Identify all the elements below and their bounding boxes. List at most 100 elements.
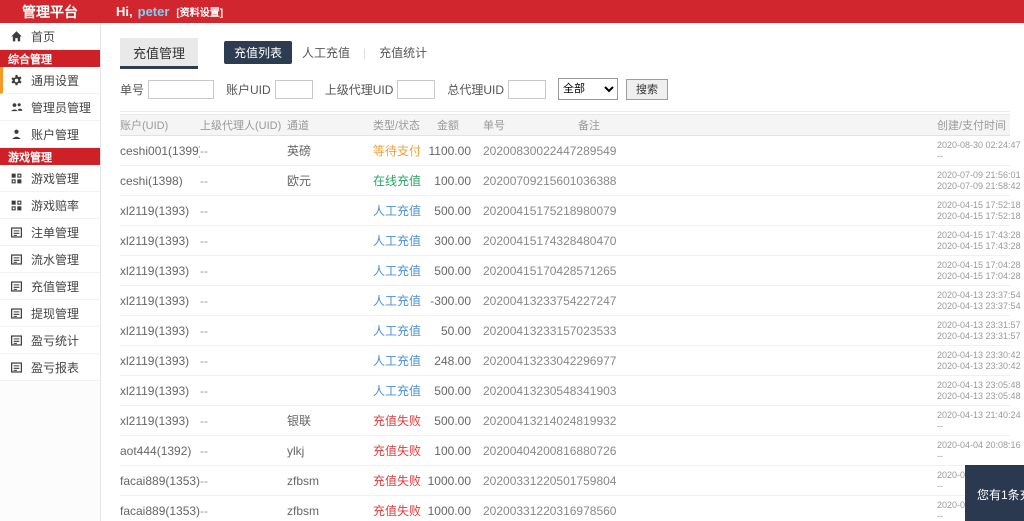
amount-cell: 100.00 <box>434 173 471 188</box>
order-no-cell: 20200709215601036388 <box>483 173 617 188</box>
gear-icon <box>10 74 23 87</box>
recharge-table: 账户(UID) 上级代理人(UID) 通道 类型/状态 金额 单号 备注 创建/支付时间 ce… <box>120 114 1021 521</box>
sidebar-item[interactable]: 注单管理 <box>0 219 100 246</box>
status-filter-select[interactable]: 全部 <box>558 78 619 100</box>
app-window: 管理平台 Hi, peter [资料设置] 首页 综合管理 通用设置管理员管理账户管… <box>0 0 1024 521</box>
table-header-row: 账户(UID) 上级代理人(UID) 通道 类型/状态 金额 单号 备注 创建/支付时间 <box>120 114 1010 136</box>
table-row: facai889(1353) -- zfbsm 充值失败 1000.00 20200331… <box>120 466 1021 496</box>
sidebar-item-label: 游戏赔率 <box>31 198 80 213</box>
filter-field: 总代理UID <box>447 79 547 99</box>
status-label[interactable]: 在线充值 <box>373 172 423 189</box>
filter-input[interactable] <box>274 79 313 99</box>
account-cell: facai889(1353) <box>120 503 200 518</box>
table-row: aot444(1392) -- ylkj 充值失败 100.00 202004042008… <box>120 436 1021 466</box>
notification-toast[interactable]: 您有1条充 <box>965 465 1024 521</box>
status-label[interactable]: 人工充值 <box>373 322 423 339</box>
account-cell: aot444(1392) <box>120 443 192 458</box>
sidebar-item-label: 管理员管理 <box>31 100 92 115</box>
status-label[interactable]: 人工充值 <box>373 202 423 219</box>
status-label[interactable]: 等待支付 <box>373 142 423 159</box>
agent-cell: -- <box>200 353 208 368</box>
order-no-cell: 20200331220501759804 <box>483 473 617 488</box>
agent-cell: -- <box>200 293 208 308</box>
status-label[interactable]: 充值失败 <box>373 502 423 519</box>
agent-cell: -- <box>200 203 208 218</box>
table-row: xl2119(1393) -- 人工充值 500.00 2020041517042857… <box>120 256 1021 286</box>
agent-cell: -- <box>200 263 208 278</box>
order-no-cell: 20200331220316978560 <box>483 503 617 518</box>
tab-3[interactable]: 充值统计 <box>369 41 437 64</box>
sidebar-item[interactable]: 游戏赔率 <box>0 192 100 219</box>
sidebar-item[interactable]: 充值管理 <box>0 273 100 300</box>
tab-2[interactable]: 人工充值 <box>292 41 360 64</box>
account-cell: ceshi001(1399) <box>120 143 200 158</box>
account-cell: xl2119(1393) <box>120 203 190 218</box>
time-cell: 2020-04-13 21:40:24 -- <box>937 409 1021 431</box>
agent-cell: -- <box>200 413 208 428</box>
status-label[interactable]: 充值失败 <box>373 472 423 489</box>
column-header: 上级代理人(UID) <box>200 120 282 132</box>
user-greeting: Hi, peter [资料设置] <box>116 4 223 19</box>
search-button[interactable]: 搜索 <box>626 78 669 100</box>
status-label[interactable]: 人工充值 <box>373 232 423 249</box>
tab-separator: | <box>363 45 367 60</box>
sidebar-item[interactable]: 账户管理 <box>0 121 100 148</box>
amount-cell: 500.00 <box>434 203 471 218</box>
notification-text: 您有1条充 <box>977 488 1024 502</box>
column-header: 类型/状态 <box>373 120 421 132</box>
sidebar-section[interactable]: 游戏管理 <box>0 148 100 165</box>
status-label[interactable]: 充值失败 <box>373 442 423 459</box>
column-header: 通道 <box>287 120 309 132</box>
agent-cell: -- <box>200 443 208 458</box>
status-label[interactable]: 人工充值 <box>373 382 423 399</box>
sidebar-item[interactable]: 游戏管理 <box>0 165 100 192</box>
username: peter <box>137 4 170 19</box>
status-label[interactable]: 人工充值 <box>373 262 423 279</box>
sidebar-item[interactable]: 流水管理 <box>0 246 100 273</box>
greeting-text: Hi, <box>116 4 133 19</box>
tab-1[interactable]: 充值列表 <box>224 41 293 64</box>
sidebar-item-label: 账户管理 <box>31 127 80 142</box>
brand-title: 管理平台 <box>22 3 78 20</box>
order-no-cell: 20200413233042296977 <box>483 353 617 368</box>
time-cell: 2020-07-09 21:56:01 2020-07-09 21:58:42 <box>937 169 1021 191</box>
profile-settings-link[interactable]: [资料设置] <box>176 4 223 19</box>
filter-input[interactable] <box>148 79 215 99</box>
filter-label: 总代理UID <box>447 82 505 97</box>
status-label[interactable]: 人工充值 <box>373 292 423 309</box>
account-cell: facai889(1353) <box>120 473 200 488</box>
column-header: 创建/支付时间 <box>937 120 1007 132</box>
time-cell: 2020-08-30 02:24:47 -- <box>937 139 1021 161</box>
list-icon <box>10 361 23 374</box>
filter-input[interactable] <box>508 79 547 99</box>
sidebar-item[interactable]: 管理员管理 <box>0 94 100 121</box>
table-row: ceshi001(1399) -- 英磅 等待支付 1100.00 20200830022… <box>120 136 1021 166</box>
amount-cell: -300.00 <box>430 293 471 308</box>
amount-cell: 50.00 <box>440 323 471 338</box>
status-label[interactable]: 人工充值 <box>373 352 423 369</box>
agent-cell: -- <box>200 323 208 338</box>
account-cell: xl2119(1393) <box>120 233 190 248</box>
sidebar-item[interactable]: 盈亏统计 <box>0 327 100 354</box>
order-no-cell: 20200413233754227247 <box>483 293 617 308</box>
account-cell: xl2119(1393) <box>120 353 190 368</box>
filter-input[interactable] <box>397 79 436 99</box>
time-cell: 2020-04-15 17:04:28 2020-04-15 17:04:28 <box>937 259 1021 281</box>
sidebar-item-label: 盈亏统计 <box>31 333 80 348</box>
sidebar-item[interactable]: 通用设置 <box>0 67 100 94</box>
agent-cell: -- <box>200 503 208 518</box>
sidebar-section[interactable]: 综合管理 <box>0 50 100 67</box>
sidebar-item[interactable]: 盈亏报表 <box>0 354 100 381</box>
sidebar-item[interactable]: 首页 <box>0 23 100 50</box>
time-cell: 2020-04-13 23:37:54 2020-04-13 23:37:54 <box>937 289 1021 311</box>
list-icon <box>10 280 23 293</box>
filter-label: 单号 <box>120 82 145 97</box>
grid-icon <box>10 172 23 185</box>
agent-cell: -- <box>200 143 208 158</box>
sidebar-item[interactable]: 提现管理 <box>0 300 100 327</box>
table-row: facai889(1353) -- zfbsm 充值失败 1000.00 20200331… <box>120 496 1010 521</box>
agent-cell: -- <box>200 173 208 188</box>
table-row: ceshi(1398) -- 欧元 在线充值 100.00 202007092156010… <box>120 166 1021 196</box>
time-cell: 2020-04-15 17:43:28 2020-04-15 17:43:28 <box>937 229 1021 251</box>
status-label[interactable]: 充值失败 <box>373 412 423 429</box>
